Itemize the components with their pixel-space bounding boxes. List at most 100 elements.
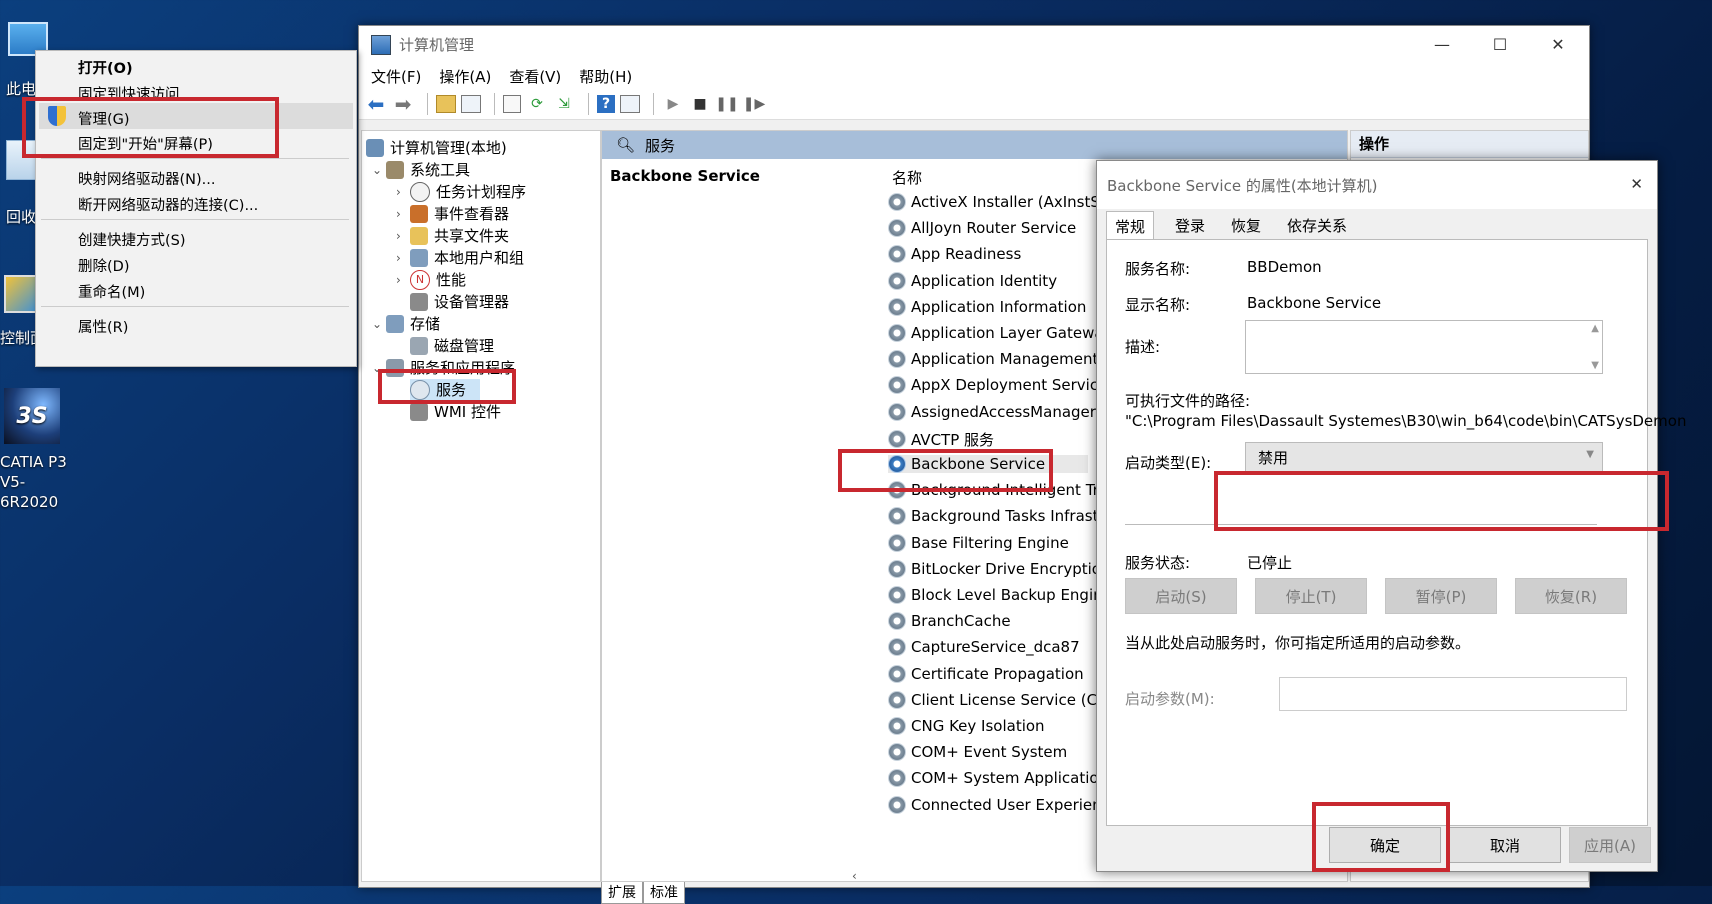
tree-label: 任务计划程序 [436, 183, 527, 201]
action-pane-icon[interactable] [620, 95, 640, 113]
title-bar[interactable]: 计算机管理 — ☐ ✕ [359, 26, 1589, 63]
dialog-title-bar[interactable]: Backbone Service 的属性(本地计算机) ✕ [1097, 161, 1657, 209]
service-row[interactable]: Client License Service (Clip... [888, 690, 1129, 709]
service-row[interactable]: ActiveX Installer (AxInstSV) [888, 193, 1116, 211]
service-row[interactable]: Application Layer Gateway ... [888, 324, 1132, 342]
scroll-left-icon[interactable]: ‹ [852, 869, 857, 883]
refresh-icon[interactable]: ⟳ [526, 93, 548, 115]
apply-button[interactable]: 应用(A) [1569, 827, 1651, 863]
menu-file[interactable]: 文件(F) [371, 66, 421, 87]
annotation-box-services [378, 369, 516, 404]
properties-icon[interactable] [503, 95, 521, 113]
tab-dependencies[interactable]: 依存关系 [1279, 213, 1355, 237]
expand-chevron-icon[interactable]: › [396, 229, 401, 243]
stop-button[interactable]: 停止(T) [1255, 578, 1367, 614]
scroll-down-icon[interactable]: ▼ [1591, 360, 1599, 371]
menu-view[interactable]: 查看(V) [509, 66, 561, 87]
menu-item-create-shortcut[interactable]: 创建快捷方式(S) [78, 229, 186, 250]
pause-service-icon[interactable]: ❚❚ [715, 93, 738, 115]
scroll-up-icon[interactable]: ▲ [1591, 323, 1599, 334]
service-row[interactable]: BranchCache [888, 612, 1011, 631]
start-button[interactable]: 启动(S) [1125, 578, 1237, 614]
tree-root[interactable]: 计算机管理(本地) [366, 137, 507, 158]
service-row[interactable]: COM+ System Application [888, 769, 1108, 788]
service-row[interactable]: Background Tasks Infrastru... [888, 507, 1128, 526]
tab-recovery[interactable]: 恢复 [1223, 213, 1269, 237]
start-params-input[interactable] [1279, 677, 1627, 711]
service-row[interactable]: App Readiness [888, 245, 1021, 264]
forward-arrow-icon[interactable]: ➡ [392, 92, 414, 116]
export-list-icon[interactable]: ⇲ [553, 93, 575, 115]
menu-item-open[interactable]: 打开(O) [78, 57, 133, 78]
startup-type-select[interactable]: 禁用 ▼ [1245, 442, 1603, 472]
tree-event-viewer[interactable]: 事件查看器 [410, 203, 509, 224]
menu-item-rename[interactable]: 重命名(M) [78, 281, 145, 302]
start-service-icon[interactable]: ▶ [662, 93, 684, 115]
column-header-name[interactable]: 名称 [892, 167, 922, 188]
expand-chevron-icon[interactable]: › [396, 273, 401, 287]
show-hide-tree-icon[interactable] [461, 95, 481, 113]
tree-label: 事件查看器 [434, 205, 510, 223]
restart-service-icon[interactable]: ❚▶ [743, 93, 766, 115]
menu-item-properties[interactable]: 属性(R) [78, 316, 128, 337]
service-row[interactable]: CNG Key Isolation [888, 717, 1045, 735]
expand-chevron-icon[interactable]: › [396, 207, 401, 221]
menu-item-disconnect-drive[interactable]: 断开网络驱动器的连接(C)... [78, 194, 258, 215]
selected-service-title: Backbone Service [610, 167, 760, 185]
service-row[interactable]: COM+ Event System [888, 743, 1067, 762]
service-gear-icon [888, 638, 906, 657]
menu-action[interactable]: 操作(A) [439, 66, 491, 87]
tree-label: 性能 [436, 271, 467, 289]
tree-label: WMI 控件 [434, 403, 501, 421]
tree-system-tools[interactable]: 系统工具 [386, 159, 470, 180]
resume-button[interactable]: 恢复(R) [1515, 578, 1627, 614]
tab-general[interactable]: 常规 [1106, 211, 1155, 240]
exe-path-label: 可执行文件的路径: [1125, 392, 1251, 410]
dialog-close-button[interactable]: ✕ [1630, 175, 1643, 193]
tab-standard[interactable]: 标准 [643, 882, 685, 904]
collapse-chevron-icon[interactable]: ⌄ [372, 163, 382, 177]
service-row[interactable]: BitLocker Drive Encryption ... [888, 559, 1130, 578]
stop-service-icon[interactable]: ■ [689, 93, 711, 115]
help-icon[interactable]: ? [597, 95, 615, 113]
tree-storage[interactable]: 存储 [386, 313, 440, 334]
cancel-button[interactable]: 取消 [1449, 827, 1561, 863]
actions-header: 操作 [1351, 131, 1588, 158]
menu-item-map-drive[interactable]: 映射网络驱动器(N)... [78, 168, 216, 189]
minimize-button[interactable]: — [1413, 26, 1471, 63]
tree-performance[interactable]: N 性能 [410, 269, 466, 290]
tree-shared-folders[interactable]: 共享文件夹 [410, 225, 509, 246]
service-row[interactable]: CaptureService_dca87 [888, 638, 1080, 657]
service-row[interactable]: Application Information [888, 297, 1086, 316]
tab-logon[interactable]: 登录 [1167, 213, 1213, 237]
back-arrow-icon[interactable]: ⬅ [365, 92, 387, 116]
service-row[interactable]: Block Level Backup Engine ... [888, 586, 1131, 604]
collapse-chevron-icon[interactable]: ⌄ [372, 317, 382, 331]
service-row[interactable]: Base Filtering Engine [888, 533, 1069, 552]
expand-chevron-icon[interactable]: › [396, 251, 401, 265]
service-row[interactable]: AllJoyn Router Service [888, 219, 1076, 238]
service-row[interactable]: AppX Deployment Service ... [888, 376, 1126, 395]
tree-device-manager[interactable]: 设备管理器 [410, 291, 509, 312]
tab-extended[interactable]: 扩展 [601, 882, 643, 904]
service-row[interactable]: Certificate Propagation [888, 664, 1084, 683]
description-textbox[interactable]: ▲ ▼ [1245, 320, 1603, 374]
service-row[interactable]: Application Identity [888, 271, 1057, 290]
tree-local-users[interactable]: 本地用户和组 [410, 247, 524, 268]
service-row[interactable]: AVCTP 服务 [888, 429, 994, 450]
close-button[interactable]: ✕ [1529, 26, 1587, 63]
service-row[interactable]: Application Management [888, 350, 1099, 369]
menu-help[interactable]: 帮助(H) [579, 66, 632, 87]
desktop-icon-catia[interactable]: 3S CATIA P3 V5-6R2020 [0, 388, 80, 511]
expand-chevron-icon[interactable]: › [396, 185, 401, 199]
service-row[interactable]: Connected User Experienc... [888, 795, 1124, 814]
tree-task-scheduler[interactable]: 任务计划程序 [410, 181, 526, 202]
tree-disk-management[interactable]: 磁盘管理 [410, 335, 494, 356]
menu-item-delete[interactable]: 删除(D) [78, 255, 129, 276]
maximize-button[interactable]: ☐ [1471, 26, 1529, 63]
service-name: Application Management [911, 350, 1099, 369]
up-folder-icon[interactable] [436, 95, 456, 113]
tree-wmi[interactable]: WMI 控件 [410, 401, 501, 422]
service-row[interactable]: AssignedAccessManager ... [888, 402, 1115, 421]
pause-button[interactable]: 暂停(P) [1385, 578, 1497, 614]
